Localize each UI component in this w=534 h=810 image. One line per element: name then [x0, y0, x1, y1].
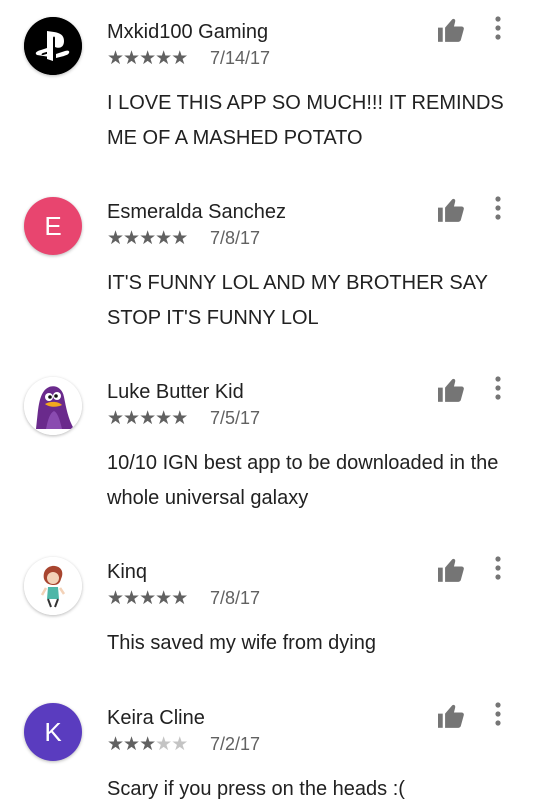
star-filled-icon: ★: [155, 228, 172, 249]
reviewer-avatar: [24, 377, 82, 435]
star-filled-icon: ★: [139, 734, 156, 755]
review-date: 7/5/17: [210, 408, 261, 428]
review-item: K Keira Cline ★★★★★ 7/2/17 Scary if you …: [0, 686, 534, 810]
star-filled-icon: ★: [139, 228, 156, 249]
star-filled-icon: ★: [107, 408, 124, 429]
more-vert-icon[interactable]: [486, 14, 510, 42]
reviewer-name: Mxkid100 Gaming: [107, 21, 269, 43]
cartoon-character-icon: [24, 557, 82, 615]
star-filled-icon: ★: [139, 408, 156, 429]
thumbs-up-icon[interactable]: [436, 377, 466, 403]
star-filled-icon: ★: [171, 228, 188, 249]
review-text: I LOVE THIS APP SO MUCH!!! IT REMINDS ME…: [107, 92, 504, 149]
star-filled-icon: ★: [171, 588, 188, 609]
rating-stars: ★★★★★: [107, 48, 188, 69]
reviewer-name: Keira Cline: [107, 707, 205, 729]
review-item: Kinq ★★★★★ 7/8/17 This saved my wife fro…: [0, 540, 534, 686]
thumbs-up-icon[interactable]: [436, 17, 466, 43]
star-filled-icon: ★: [139, 48, 156, 69]
review-date: 7/8/17: [210, 228, 261, 248]
thumbs-up-icon[interactable]: [436, 197, 466, 223]
thumbs-up-icon[interactable]: [436, 703, 466, 729]
star-filled-icon: ★: [107, 48, 124, 69]
review-item: E Esmeralda Sanchez ★★★★★ 7/8/17 IT'S FU…: [0, 180, 534, 360]
star-filled-icon: ★: [123, 588, 140, 609]
review-item: Luke Butter Kid ★★★★★ 7/5/17 10/10 IGN b…: [0, 360, 534, 540]
thumbs-up-icon[interactable]: [436, 557, 466, 583]
star-filled-icon: ★: [123, 48, 140, 69]
purple-penguin-icon: [24, 377, 82, 435]
reviewer-name: Kinq: [107, 561, 148, 583]
star-filled-icon: ★: [107, 734, 124, 755]
review-date: 7/8/17: [210, 588, 261, 608]
review-text: IT'S FUNNY LOL AND MY BROTHER SAY STOP I…: [107, 272, 488, 329]
rating-stars: ★★★★★: [107, 408, 188, 429]
review-date: 7/2/17: [210, 734, 261, 754]
more-vert-icon[interactable]: [486, 194, 510, 222]
reviewer-avatar: [24, 557, 82, 615]
star-filled-icon: ★: [155, 588, 172, 609]
star-filled-icon: ★: [155, 408, 172, 429]
avatar-letter: E: [44, 210, 62, 241]
star-filled-icon: ★: [171, 48, 188, 69]
star-empty-icon: ★: [171, 734, 188, 755]
star-filled-icon: ★: [123, 228, 140, 249]
playstation-logo-icon: [24, 17, 82, 75]
avatar-letter: K: [44, 716, 62, 747]
more-vert-icon[interactable]: [486, 374, 510, 402]
more-vert-icon[interactable]: [486, 554, 510, 582]
star-filled-icon: ★: [123, 734, 140, 755]
rating-stars: ★★★★★: [107, 588, 188, 609]
review-text: 10/10 IGN best app to be downloaded in t…: [107, 452, 499, 509]
star-filled-icon: ★: [123, 408, 140, 429]
rating-stars: ★★★★★: [107, 734, 188, 755]
reviewer-avatar: E: [24, 197, 82, 255]
star-filled-icon: ★: [107, 588, 124, 609]
review-date: 7/14/17: [210, 48, 271, 68]
reviewer-name: Esmeralda Sanchez: [107, 201, 286, 223]
star-filled-icon: ★: [155, 48, 172, 69]
star-filled-icon: ★: [171, 408, 188, 429]
review-text: Scary if you press on the heads :(: [107, 778, 405, 800]
star-empty-icon: ★: [155, 734, 172, 755]
rating-stars: ★★★★★: [107, 228, 188, 249]
star-filled-icon: ★: [139, 588, 156, 609]
reviewer-avatar: K: [24, 703, 82, 761]
review-item: Mxkid100 Gaming ★★★★★ 7/14/17 I LOVE THI…: [0, 0, 534, 180]
reviewer-name: Luke Butter Kid: [107, 381, 244, 403]
more-vert-icon[interactable]: [486, 700, 510, 728]
star-filled-icon: ★: [107, 228, 124, 249]
review-text: This saved my wife from dying: [107, 632, 376, 654]
reviewer-avatar: [24, 17, 82, 75]
